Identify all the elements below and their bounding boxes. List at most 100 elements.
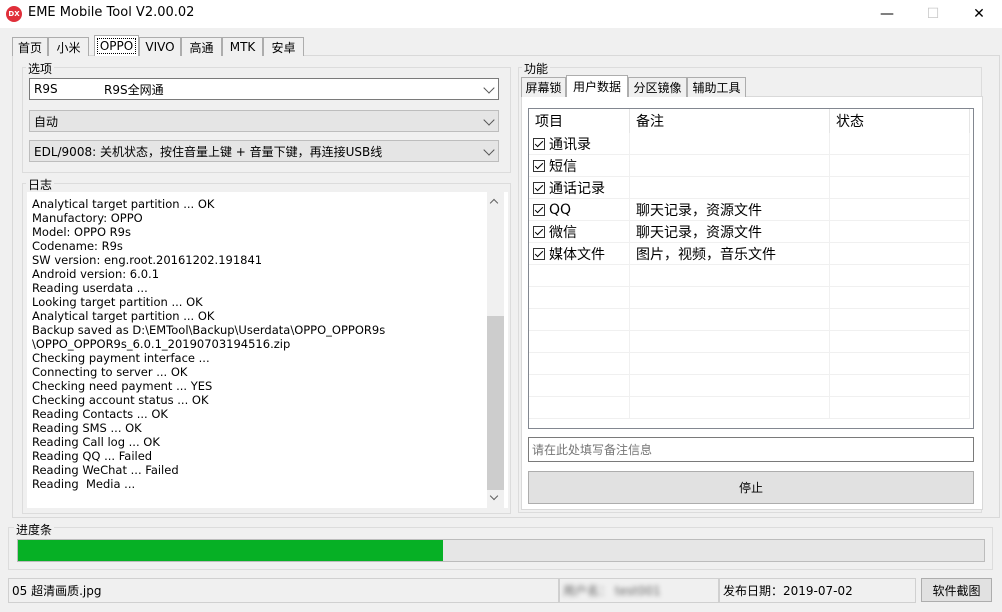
scroll-up-icon[interactable]	[489, 198, 499, 208]
log-lines: Analytical target partition ... OK Manufa…	[32, 197, 385, 491]
model-select[interactable]: R9S R9S全网通	[29, 78, 499, 100]
table-row	[529, 397, 970, 419]
item-cell: 媒体文件	[529, 243, 630, 265]
item-label: 媒体文件	[549, 247, 605, 263]
status-cell	[830, 397, 970, 419]
status-cell	[830, 287, 970, 309]
checkbox[interactable]	[533, 204, 545, 216]
progress-label: 进度条	[14, 521, 55, 538]
table-row	[529, 265, 970, 287]
item-cell	[529, 375, 630, 397]
progress-bar-fill	[18, 540, 443, 561]
user-data-table: 项目 备注 状态 通讯录短信通话记录 QQ 聊天记录，资源文件 微信 聊天记录，资源文件…	[528, 108, 974, 429]
tab-oppo[interactable]: OPPO	[94, 35, 139, 56]
tab-label: VIVO	[145, 40, 175, 54]
table-row[interactable]: 媒体文件 图片，视频，音乐文件	[529, 243, 970, 265]
tab-label: OPPO	[96, 38, 137, 54]
tab-qualcomm[interactable]: 高通	[181, 37, 222, 56]
tab-label: 辅助工具	[692, 81, 741, 95]
maximize-button[interactable]: ☐	[910, 0, 956, 28]
log-label: 日志	[26, 176, 55, 193]
tab-vivo[interactable]: VIVO	[139, 37, 181, 56]
status-cell	[830, 177, 970, 199]
tab-label: 分区镜像	[633, 81, 682, 95]
column-header-status[interactable]: 状态	[830, 109, 970, 133]
log-line: SW version: eng.root.20161202.191841	[32, 253, 263, 267]
column-header-item[interactable]: 项目	[529, 109, 630, 133]
checkbox[interactable]	[533, 160, 545, 172]
note-cell	[630, 155, 830, 177]
log-line: Checking need payment ... YES	[32, 379, 213, 393]
table-row[interactable]: 短信	[529, 155, 970, 177]
item-label: QQ	[549, 202, 572, 218]
log-line: Backup saved as D:\EMTool\Backup\Userdat…	[32, 323, 386, 337]
item-cell: 通话记录	[529, 177, 630, 199]
table-row	[529, 353, 970, 375]
edl-mode-select[interactable]: EDL/9008: 关机状态，按住音量上键 + 音量下键，再连接USB线	[29, 140, 499, 162]
tab-aux-tools[interactable]: 辅助工具	[687, 77, 746, 97]
log-line: Reading userdata ...	[32, 281, 148, 295]
note-cell: 图片，视频，音乐文件	[630, 243, 830, 265]
table-row	[529, 375, 970, 397]
log-line: Checking payment interface ...	[32, 351, 210, 365]
tab-home[interactable]: 首页	[12, 37, 48, 56]
item-cell: QQ	[529, 199, 630, 221]
log-line: Codename: R9s	[32, 239, 123, 253]
status-cell	[830, 265, 970, 287]
log-line: Checking account status ... OK	[32, 393, 209, 407]
table-row	[529, 309, 970, 331]
status-cell	[830, 133, 970, 155]
note-input[interactable]	[528, 437, 974, 462]
status-cell	[830, 309, 970, 331]
status-user-text: 用户名： test001	[563, 584, 661, 598]
note-cell	[630, 287, 830, 309]
title-bar: DX EME Mobile Tool V2.00.02 — ☐ ✕	[0, 0, 1002, 28]
item-cell	[529, 265, 630, 287]
item-cell	[529, 287, 630, 309]
model-value: R9S	[34, 82, 58, 96]
item-cell: 微信	[529, 221, 630, 243]
checkbox[interactable]	[533, 182, 545, 194]
log-scroll-thumb[interactable]	[487, 316, 504, 490]
checkbox[interactable]	[533, 248, 545, 260]
stop-button[interactable]: 停止	[528, 471, 974, 504]
note-cell	[630, 331, 830, 353]
minimize-button[interactable]: —	[864, 0, 910, 28]
log-textarea[interactable]: Analytical target partition ... OK Manufa…	[27, 192, 508, 508]
log-line: Looking target partition ... OK	[32, 295, 203, 309]
scroll-down-icon[interactable]	[489, 491, 499, 501]
table-row	[529, 331, 970, 353]
log-line: \OPPO_OPPOR9s_6.0.1_20190703194516.zip	[32, 337, 291, 351]
mode-select[interactable]: 自动	[29, 110, 499, 132]
table-row[interactable]: 通话记录	[529, 177, 970, 199]
close-button[interactable]: ✕	[956, 0, 1002, 28]
tab-label: MTK	[229, 40, 256, 54]
tab-screen-lock[interactable]: 屏幕锁	[521, 77, 566, 97]
tab-partition-image[interactable]: 分区镜像	[628, 77, 687, 97]
log-line: Reading SMS ... OK	[32, 421, 142, 435]
status-cell	[830, 199, 970, 221]
column-header-note[interactable]: 备注	[630, 109, 830, 133]
chevron-down-icon	[483, 144, 495, 156]
item-cell: 通讯录	[529, 133, 630, 155]
tab-xiaomi[interactable]: 小米	[48, 37, 89, 56]
note-cell	[630, 353, 830, 375]
item-label: 短信	[549, 159, 577, 175]
software-screenshot-button[interactable]: 软件截图	[921, 578, 992, 602]
item-label: 通话记录	[549, 181, 605, 197]
table-row[interactable]: 微信 聊天记录，资源文件	[529, 221, 970, 243]
function-label: 功能	[522, 60, 551, 77]
note-cell	[630, 397, 830, 419]
chevron-down-icon	[483, 82, 495, 94]
status-user: 用户名： test001	[559, 578, 719, 603]
note-cell	[630, 265, 830, 287]
table-row[interactable]: QQ 聊天记录，资源文件	[529, 199, 970, 221]
checkbox[interactable]	[533, 226, 545, 238]
checkbox[interactable]	[533, 138, 545, 150]
tab-android[interactable]: 安卓	[263, 37, 304, 56]
tab-mtk[interactable]: MTK	[222, 37, 263, 56]
tab-user-data[interactable]: 用户数据	[566, 75, 628, 97]
table-row[interactable]: 通讯录	[529, 133, 970, 155]
item-cell	[529, 309, 630, 331]
item-label: 通讯录	[549, 137, 591, 153]
